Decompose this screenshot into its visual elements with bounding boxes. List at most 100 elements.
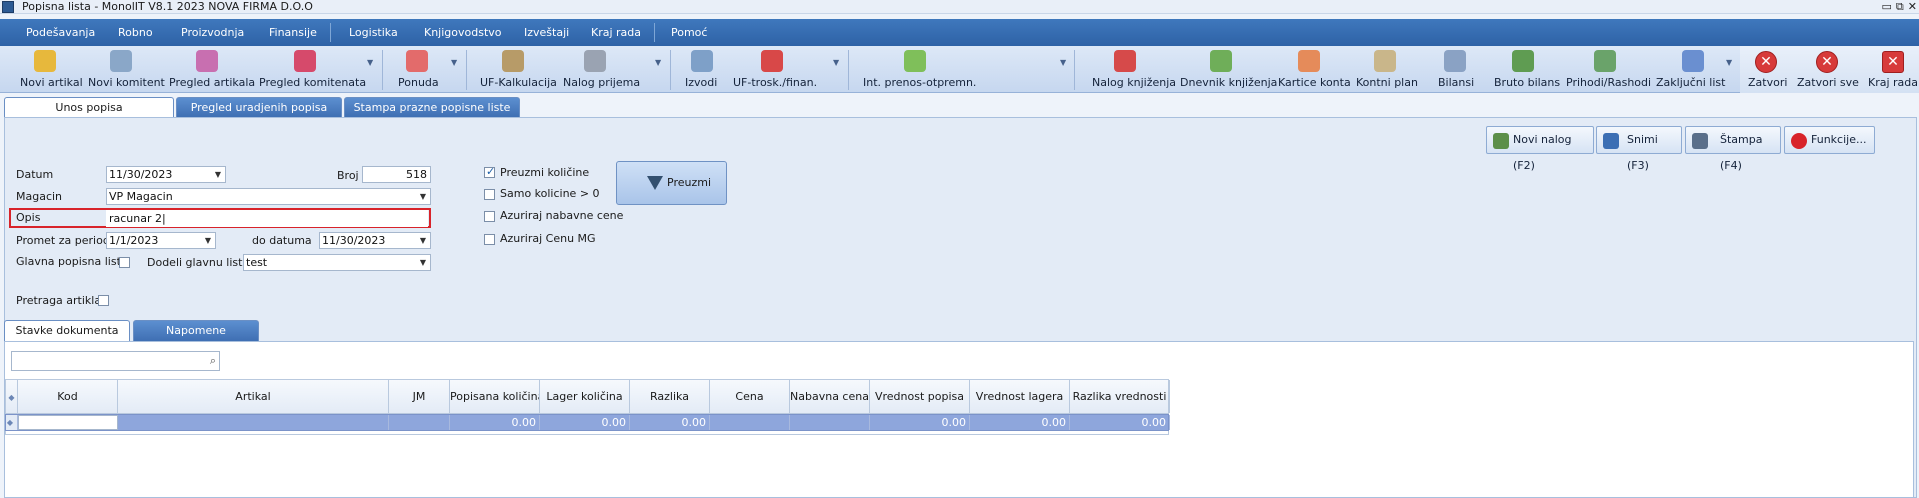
menu-proizvodnja[interactable]: Proizvodnja (181, 19, 244, 46)
toolbar-izvodi[interactable]: Izvodi (682, 46, 722, 92)
snimi-button[interactable]: Snimi (F3) (1596, 126, 1682, 172)
preuzmi-button[interactable]: Preuzmi (616, 161, 727, 205)
azuriraj-nabavne-checkbox[interactable] (484, 211, 495, 222)
cell-nabavna-cena[interactable] (790, 415, 870, 430)
menu-robno[interactable]: Robno (118, 19, 153, 46)
stampa-button[interactable]: Štampa (F4) (1685, 126, 1781, 172)
toolbar-kontni-plan[interactable]: Kontni plan (1350, 46, 1418, 92)
col-jm[interactable]: JM (389, 380, 450, 413)
datum-field[interactable]: 11/30/2023 ▼ (106, 166, 226, 183)
tab-pregled-uradjenih-popisa[interactable]: Pregled uradjenih popisa (176, 97, 342, 117)
chevron-down-icon[interactable]: ▼ (420, 189, 426, 204)
novi-nalog-button[interactable]: Novi nalog (F2) (1486, 126, 1594, 172)
col-cena[interactable]: Cena (710, 380, 790, 413)
promet-do-field[interactable]: 11/30/2023 ▼ (319, 232, 431, 249)
menu-podesavanja[interactable]: Podešavanja (26, 19, 95, 46)
toolbar-nalog-prijema[interactable]: Nalog prijema (560, 46, 640, 92)
funkcije-button[interactable]: Funkcije... (1784, 126, 1875, 154)
chevron-down-icon[interactable]: ▼ (420, 255, 426, 270)
toolbar-pregled-komitenata[interactable]: Pregled komitenata (256, 46, 366, 92)
menu-knjigovodstvo[interactable]: Knjigovodstvo (424, 19, 502, 46)
restore-icon[interactable]: ⧉ (1896, 0, 1904, 14)
menu-kraj-rada[interactable]: Kraj rada (591, 19, 641, 46)
toolbar-novi-artikal[interactable]: Novi artikal (14, 46, 83, 92)
magacin-select[interactable]: VP Magacin ▼ (106, 188, 431, 205)
cell-jm[interactable] (389, 415, 450, 430)
dropdown-arrow-icon[interactable]: ▼ (833, 58, 839, 67)
search-icon[interactable]: ⌕ (210, 354, 216, 368)
preuzmi-kolicine-checkbox[interactable]: ✓ (484, 165, 495, 178)
opis-value: racunar 2 (109, 212, 163, 225)
dropdown-arrow-icon[interactable]: ▼ (1060, 58, 1066, 67)
save-icon (1603, 133, 1619, 149)
samo-kolicine-checkbox[interactable] (484, 189, 495, 200)
cell-lager-kolicina[interactable]: 0.00 (540, 415, 630, 430)
cell-vrednost-popisa[interactable]: 0.00 (870, 415, 970, 430)
toolbar-novi-komitent[interactable]: Novi komitent (86, 46, 165, 92)
toolbar-uf-trosk[interactable]: UF-trosk./finan. (730, 46, 818, 92)
promet-od-field[interactable]: 1/1/2023 ▼ (106, 232, 216, 249)
receipt-order-icon (584, 50, 606, 72)
cell-razlika[interactable]: 0.00 (630, 415, 710, 430)
dropdown-arrow-icon[interactable]: ▼ (1726, 58, 1732, 67)
tab-napomene[interactable]: Napomene (133, 320, 259, 341)
col-nabavna-cena[interactable]: Nabavna cena (790, 380, 870, 413)
col-razlika[interactable]: Razlika (630, 380, 710, 413)
opis-label: Opis (16, 211, 41, 224)
cell-kod[interactable] (18, 415, 118, 430)
broj-field[interactable]: 518 (362, 166, 431, 183)
toolbar-zatvori-sve[interactable]: ✕ Zatvori sve (1794, 46, 1859, 92)
tab-stampa-prazne-popisne-liste[interactable]: Stampa prazne popisne liste (344, 97, 520, 117)
toolbar-zakljucni-list[interactable]: Zaključni list (1652, 46, 1732, 92)
menu-pomoc[interactable]: Pomoć (671, 19, 707, 46)
col-lager-kolicina[interactable]: Lager količina (540, 380, 630, 413)
pretraga-checkbox[interactable] (98, 295, 109, 306)
chevron-down-icon[interactable]: ▼ (420, 233, 426, 248)
tab-unos-popisa[interactable]: Unos popisa (4, 97, 174, 118)
toolbar-dnevnik-knjizenja[interactable]: Dnevnik knjiženja (1174, 46, 1277, 92)
toolbar-bilansi[interactable]: Bilansi (1428, 46, 1478, 92)
toolbar-uf-kalkulacija[interactable]: UF-Kalkulacija (478, 46, 557, 92)
window-close-icon[interactable]: ✕ (1908, 0, 1917, 14)
search-input[interactable]: ⌕ (11, 351, 220, 371)
col-vrednost-popisa[interactable]: Vrednost popisa (870, 380, 970, 413)
cell-popisana-kolicina[interactable]: 0.00 (450, 415, 540, 430)
toolbar-kraj-rada[interactable]: ✕ Kraj rada (1866, 46, 1918, 92)
cell-artikal[interactable] (118, 415, 389, 430)
toolbar-bruto-bilans[interactable]: Bruto bilans (1486, 46, 1560, 92)
col-popisana-kolicina[interactable]: Popisana količina (450, 380, 540, 413)
toolbar-pregled-artikala[interactable]: Pregled artikala (166, 46, 255, 92)
opis-field[interactable]: racunar 2| (106, 210, 428, 227)
window-title: Popisna lista - MonolIT V8.1 2023 NOVA F… (22, 0, 313, 13)
minimize-icon[interactable]: ▭ (1882, 0, 1892, 14)
toolbar-int-prenos[interactable]: Int. prenos-otpremn. (860, 46, 976, 92)
chevron-down-icon[interactable]: ▼ (215, 167, 221, 182)
col-artikal[interactable]: Artikal (118, 380, 389, 413)
chevron-down-icon[interactable]: ▼ (205, 233, 211, 248)
tab-stavke-dokumenta[interactable]: Stavke dokumenta (4, 320, 130, 341)
toolbar-nalog-knjizenja[interactable]: Nalog knjiženja (1086, 46, 1176, 92)
cell-cena[interactable] (710, 415, 790, 430)
menu-finansije[interactable]: Finansije (269, 19, 317, 46)
toolbar-kartice-konta[interactable]: Kartice konta (1272, 46, 1351, 92)
toolbar-separator (848, 50, 849, 90)
glavna-popisna-checkbox[interactable] (119, 257, 130, 268)
menu-izvestaji[interactable]: Izveštaji (524, 19, 569, 46)
cell-vrednost-lagera[interactable]: 0.00 (970, 415, 1070, 430)
dropdown-arrow-icon[interactable]: ▼ (367, 58, 373, 67)
col-kod[interactable]: Kod (18, 380, 118, 413)
table-row[interactable]: ◆ 0.00 0.00 0.00 0.00 0.00 0.00 (5, 414, 1170, 431)
toolbar-ponuda[interactable]: Ponuda (392, 46, 442, 92)
toolbar-zatvori[interactable]: ✕ Zatvori (1740, 46, 1790, 92)
toolbar-label: UF-trosk./finan. (733, 76, 818, 89)
dodeli-select[interactable]: test ▼ (243, 254, 431, 271)
toolbar-label: UF-Kalkulacija (480, 76, 557, 89)
dropdown-arrow-icon[interactable]: ▼ (655, 58, 661, 67)
col-razlika-vrednosti[interactable]: Razlika vrednosti (1070, 380, 1170, 413)
menu-logistika[interactable]: Logistika (349, 19, 398, 46)
azuriraj-cenu-checkbox[interactable] (484, 234, 495, 245)
col-vrednost-lagera[interactable]: Vrednost lagera (970, 380, 1070, 413)
dropdown-arrow-icon[interactable]: ▼ (451, 58, 457, 67)
cell-razlika-vrednosti[interactable]: 0.00 (1070, 415, 1170, 430)
toolbar-prihodi-rashodi[interactable]: Prihodi/Rashodi (1562, 46, 1651, 92)
